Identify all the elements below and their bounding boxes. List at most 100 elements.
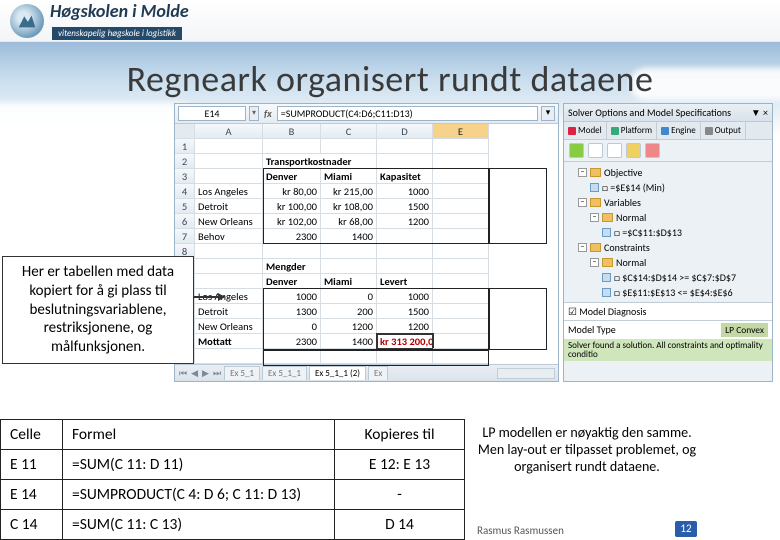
cell[interactable]: New Orleans [195, 214, 263, 229]
solver-tab-output[interactable]: Output [701, 122, 746, 139]
tree-node-normal[interactable]: −Normal [568, 255, 768, 270]
tree-leaf[interactable]: □ =$C$11:$D$13 [568, 225, 768, 240]
tree-node-variables[interactable]: −Variables [568, 195, 768, 210]
cell[interactable]: kr 68,00 [321, 214, 377, 229]
cell[interactable]: Miami [321, 169, 377, 184]
cell[interactable]: kr 80,00 [263, 184, 321, 199]
cell[interactable] [433, 349, 489, 364]
cell[interactable]: 2300 [263, 334, 321, 349]
cell[interactable] [195, 154, 263, 169]
tree-node-constraints[interactable]: −Constraints [568, 240, 768, 255]
row-header[interactable]: 3 [175, 169, 195, 184]
cell[interactable] [377, 229, 433, 244]
cell[interactable] [321, 244, 377, 259]
col-header[interactable]: B [263, 124, 321, 139]
cell[interactable]: 1000 [377, 289, 433, 304]
cell[interactable] [195, 259, 263, 274]
tree-node-normal[interactable]: −Normal [568, 210, 768, 225]
cell[interactable]: Transportkostnader [263, 154, 377, 169]
fx-icon[interactable]: fx [262, 107, 274, 120]
horizontal-scrollbar[interactable] [497, 368, 555, 379]
cell[interactable]: Levert [377, 274, 433, 289]
cell[interactable]: Miami [321, 274, 377, 289]
cell[interactable] [377, 349, 433, 364]
cell[interactable]: Denver [263, 169, 321, 184]
cell[interactable]: 1200 [321, 319, 377, 334]
collapse-icon[interactable]: − [578, 198, 587, 207]
row-header[interactable]: 6 [175, 214, 195, 229]
sheet-tab[interactable]: Ex 5_1 [224, 366, 260, 380]
cell[interactable]: Mengder [263, 259, 321, 274]
cell[interactable] [433, 154, 489, 169]
tree-leaf[interactable]: □ $C$14:$D$14 >= $C$7:$D$7 [568, 270, 768, 285]
tree-leaf[interactable]: □ =$E$14 (Min) [568, 180, 768, 195]
formula-input[interactable]: =SUMPRODUCT(C4:D6;C11:D13) [277, 106, 538, 121]
select-all-corner[interactable] [175, 124, 195, 139]
cell[interactable] [263, 349, 321, 364]
cell[interactable]: 0 [263, 319, 321, 334]
cell[interactable]: 1400 [321, 334, 377, 349]
collapse-icon[interactable]: − [578, 168, 587, 177]
cell[interactable]: kr 102,00 [263, 214, 321, 229]
solver-tab-engine[interactable]: Engine [657, 122, 701, 139]
cell[interactable] [433, 184, 489, 199]
solver-dropdown-icon[interactable]: ▼ × [751, 106, 768, 119]
cell[interactable]: 1000 [377, 184, 433, 199]
cell[interactable] [321, 349, 377, 364]
cell[interactable]: 1500 [377, 304, 433, 319]
solver-delete-icon[interactable] [645, 143, 660, 158]
cell[interactable]: 2300 [263, 229, 321, 244]
namebox-dropdown-icon[interactable]: ▾ [249, 106, 259, 121]
cell[interactable] [433, 304, 489, 319]
cell[interactable] [433, 139, 489, 154]
solver-tab-platform[interactable]: Platform [607, 122, 657, 139]
tree-leaf[interactable]: □ $E$11:$E$13 <= $E$4:$E$6 [568, 285, 768, 300]
cell[interactable]: 200 [321, 304, 377, 319]
row-header[interactable]: 2 [175, 154, 195, 169]
cell[interactable]: New Orleans [195, 319, 263, 334]
cell-active[interactable]: kr 313 200,00 [377, 334, 433, 349]
cell[interactable] [433, 274, 489, 289]
cell[interactable] [195, 349, 263, 364]
cell[interactable] [377, 259, 433, 274]
cell[interactable] [433, 214, 489, 229]
cell[interactable] [433, 334, 489, 349]
col-header[interactable]: A [195, 124, 263, 139]
solver-tab-model[interactable]: Model [564, 122, 607, 139]
cell[interactable]: 1300 [263, 304, 321, 319]
tab-nav-prev-icon[interactable]: ◀ [190, 368, 199, 379]
cell[interactable]: 1400 [321, 229, 377, 244]
cell[interactable]: kr 215,00 [321, 184, 377, 199]
cell[interactable]: Detroit [195, 304, 263, 319]
col-header[interactable]: D [377, 124, 433, 139]
solver-tool-icon[interactable] [626, 143, 641, 158]
sheet-tab[interactable]: Ex 5_1_1 [262, 366, 307, 380]
row-header[interactable]: 1 [175, 139, 195, 154]
cell[interactable] [195, 244, 263, 259]
cell[interactable] [377, 244, 433, 259]
cell[interactable]: Detroit [195, 199, 263, 214]
cell[interactable] [433, 229, 489, 244]
tab-nav-first-icon[interactable]: ⏮ [178, 368, 188, 379]
cell[interactable] [433, 169, 489, 184]
cell[interactable] [321, 259, 377, 274]
tab-nav-last-icon[interactable]: ⏭ [212, 368, 222, 379]
cell[interactable]: Behov [195, 229, 263, 244]
solver-run-icon[interactable] [569, 143, 584, 158]
solver-tool-icon[interactable] [588, 143, 603, 158]
row-header[interactable]: 7 [175, 229, 195, 244]
cell[interactable]: 1500 [377, 199, 433, 214]
tab-nav-next-icon[interactable]: ▶ [201, 368, 210, 379]
cell[interactable] [195, 274, 263, 289]
cell[interactable]: 1000 [263, 289, 321, 304]
cell[interactable] [263, 139, 321, 154]
cell[interactable] [195, 139, 263, 154]
col-header[interactable]: E [433, 124, 489, 139]
cell[interactable]: 0 [321, 289, 377, 304]
cell[interactable] [263, 244, 321, 259]
row-header[interactable]: 5 [175, 199, 195, 214]
cell[interactable]: kr 100,00 [263, 199, 321, 214]
solver-tool-icon[interactable] [607, 143, 622, 158]
cell[interactable] [433, 199, 489, 214]
name-box[interactable]: E14 [178, 106, 246, 121]
